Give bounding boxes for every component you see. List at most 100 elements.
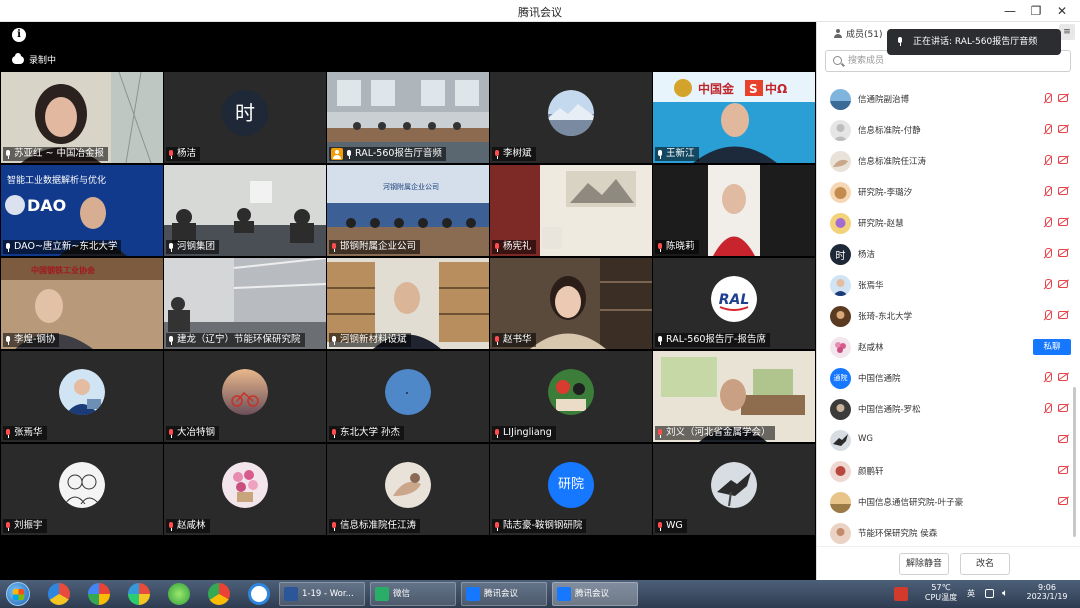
- mic-muted-icon[interactable]: [1043, 279, 1053, 291]
- member-list-scrollbar[interactable]: [1073, 387, 1076, 537]
- camera-off-icon[interactable]: [1058, 187, 1068, 195]
- camera-off-icon[interactable]: [1058, 466, 1068, 474]
- video-tile[interactable]: 大冶特钢: [164, 351, 326, 442]
- tile-name-label: 赵咸林: [166, 519, 210, 533]
- start-button[interactable]: [6, 582, 30, 606]
- member-row[interactable]: 张焉华: [817, 270, 1080, 301]
- chrome-icon[interactable]: [208, 583, 230, 605]
- participant-name: 李树斌: [503, 148, 532, 159]
- video-tile[interactable]: 时 杨洁: [164, 72, 326, 163]
- taskbar-app-meeting[interactable]: 腾讯会议: [461, 582, 547, 606]
- camera-off-icon[interactable]: [1058, 94, 1068, 102]
- video-tile[interactable]: 杨宪礼: [490, 165, 652, 256]
- close-button[interactable]: ✕: [1052, 2, 1072, 20]
- member-row[interactable]: 研究院-赵慧: [817, 208, 1080, 239]
- browser-icon[interactable]: [168, 583, 190, 605]
- tray-app-icon[interactable]: [894, 587, 908, 601]
- member-row[interactable]: 中国信息通信研究院-叶子豪: [817, 487, 1080, 518]
- clock[interactable]: 9:06 2023/1/19: [1020, 580, 1074, 608]
- camera-off-icon[interactable]: [1058, 373, 1068, 381]
- video-tile[interactable]: RAL RAL-560报告厅-报告席: [653, 258, 815, 349]
- tile-name-label: 河钢集团: [166, 240, 220, 254]
- taskbar-app-word[interactable]: 1-19 - Wor...: [279, 582, 365, 606]
- private-chat-button[interactable]: 私聊: [1033, 339, 1071, 355]
- host-icon: [331, 148, 343, 160]
- mic-muted-icon[interactable]: [1043, 186, 1053, 198]
- language-indicator[interactable]: 英: [967, 588, 975, 608]
- video-tile[interactable]: 赵书华: [490, 258, 652, 349]
- video-tile[interactable]: 苏亚红 ~ 中国冶金报: [1, 72, 163, 163]
- browser-icon[interactable]: [88, 583, 110, 605]
- member-row[interactable]: 颜鹏轩: [817, 456, 1080, 487]
- video-tile[interactable]: 河钢集团: [164, 165, 326, 256]
- mic-muted-icon[interactable]: [1043, 93, 1053, 105]
- mic-muted-icon[interactable]: [1043, 403, 1053, 415]
- mic-muted-icon[interactable]: [1043, 310, 1053, 322]
- maximize-button[interactable]: ❐: [1026, 2, 1046, 20]
- member-row[interactable]: 节能环保研究院 侯森: [817, 518, 1080, 548]
- tile-name-label: 赵书华: [492, 333, 536, 347]
- camera-off-icon[interactable]: [1058, 125, 1068, 133]
- info-icon[interactable]: i: [12, 28, 26, 42]
- participant-name: 陆志豪-鞍钢钢研院: [503, 520, 583, 531]
- camera-off-icon[interactable]: [1058, 404, 1068, 412]
- member-name: 信息标准院任江涛: [858, 157, 927, 167]
- taskbar-app-wechat[interactable]: 微信: [370, 582, 456, 606]
- taskbar-app-label: 腾讯会议: [575, 589, 610, 599]
- camera-off-icon[interactable]: [1058, 249, 1068, 257]
- video-tile[interactable]: 中国钢铁工业协会 李煌-钢协: [1, 258, 163, 349]
- logo-text: RAL: [719, 292, 750, 308]
- mic-muted-icon[interactable]: [1043, 155, 1053, 167]
- mic-muted-icon[interactable]: [1043, 248, 1053, 260]
- app-icon[interactable]: [48, 583, 70, 605]
- video-tile[interactable]: 研院 陆志豪-鞍钢钢研院: [490, 444, 652, 535]
- camera-off-icon[interactable]: [1058, 156, 1068, 164]
- member-row[interactable]: 信息标准院任江涛: [817, 146, 1080, 177]
- camera-off-icon[interactable]: [1058, 435, 1068, 443]
- member-row[interactable]: 研究院-李璐汐: [817, 177, 1080, 208]
- video-tile[interactable]: 信息标准院任江涛: [327, 444, 489, 535]
- member-row[interactable]: 信息标准院-付静: [817, 115, 1080, 146]
- camera-off-icon[interactable]: [1058, 497, 1068, 505]
- member-row[interactable]: 时 杨洁: [817, 239, 1080, 270]
- video-tile[interactable]: 中国金 S 中Ω 王新江: [653, 72, 815, 163]
- video-tile[interactable]: 智能工业数据解析与优化 DAO DAO~唐立新~东北大学: [1, 165, 163, 256]
- search-icon: [833, 56, 842, 65]
- video-tile[interactable]: 东北大学 孙杰: [327, 351, 489, 442]
- video-tile[interactable]: 刘义（河北省金属学会）: [653, 351, 815, 442]
- mic-muted-icon[interactable]: [1043, 217, 1053, 229]
- mic-muted-icon[interactable]: [1043, 124, 1053, 136]
- video-tile[interactable]: LIJingliang: [490, 351, 652, 442]
- video-tile[interactable]: 刘振宇: [1, 444, 163, 535]
- video-tile[interactable]: 建龙（辽宁）节能环保研究院: [164, 258, 326, 349]
- participant-name: 陈晓莉: [666, 241, 695, 252]
- taskbar-app-meeting-active[interactable]: 腾讯会议: [552, 582, 638, 606]
- browser-icon[interactable]: [128, 583, 150, 605]
- avatar: [830, 275, 851, 296]
- member-row[interactable]: 信通院副治博: [817, 84, 1080, 115]
- camera-off-icon[interactable]: [1058, 218, 1068, 226]
- video-tile[interactable]: 陈晓莉: [653, 165, 815, 256]
- unmute-all-button[interactable]: 解除静音: [899, 553, 949, 575]
- video-tile[interactable]: 河钢附属企业公司 邯钢附属企业公司: [327, 165, 489, 256]
- camera-off-icon[interactable]: [1058, 311, 1068, 319]
- rename-button[interactable]: 改名: [960, 553, 1010, 575]
- member-row[interactable]: 张琦-东北大学: [817, 301, 1080, 332]
- network-icon[interactable]: [985, 589, 994, 598]
- video-tile[interactable]: WG: [653, 444, 815, 535]
- volume-icon[interactable]: 🔈︎: [1002, 588, 1008, 608]
- video-tile[interactable]: 张焉华: [1, 351, 163, 442]
- mic-muted-icon[interactable]: [1043, 372, 1053, 384]
- minimize-button[interactable]: —: [1000, 2, 1020, 20]
- menu-icon[interactable]: ≡: [1059, 24, 1075, 40]
- member-row[interactable]: 通院 中国信通院: [817, 363, 1080, 394]
- camera-off-icon[interactable]: [1058, 280, 1068, 288]
- video-tile[interactable]: 赵咸林: [164, 444, 326, 535]
- member-row[interactable]: 赵咸林 私聊: [817, 332, 1080, 363]
- video-tile-active-speaker[interactable]: RAL-560报告厅音频: [327, 72, 489, 163]
- app-icon[interactable]: [248, 583, 270, 605]
- member-row[interactable]: WG: [817, 425, 1080, 456]
- video-tile[interactable]: 李树斌: [490, 72, 652, 163]
- video-tile[interactable]: 河钢新材料设斌: [327, 258, 489, 349]
- member-row[interactable]: 中国信通院-罗松: [817, 394, 1080, 425]
